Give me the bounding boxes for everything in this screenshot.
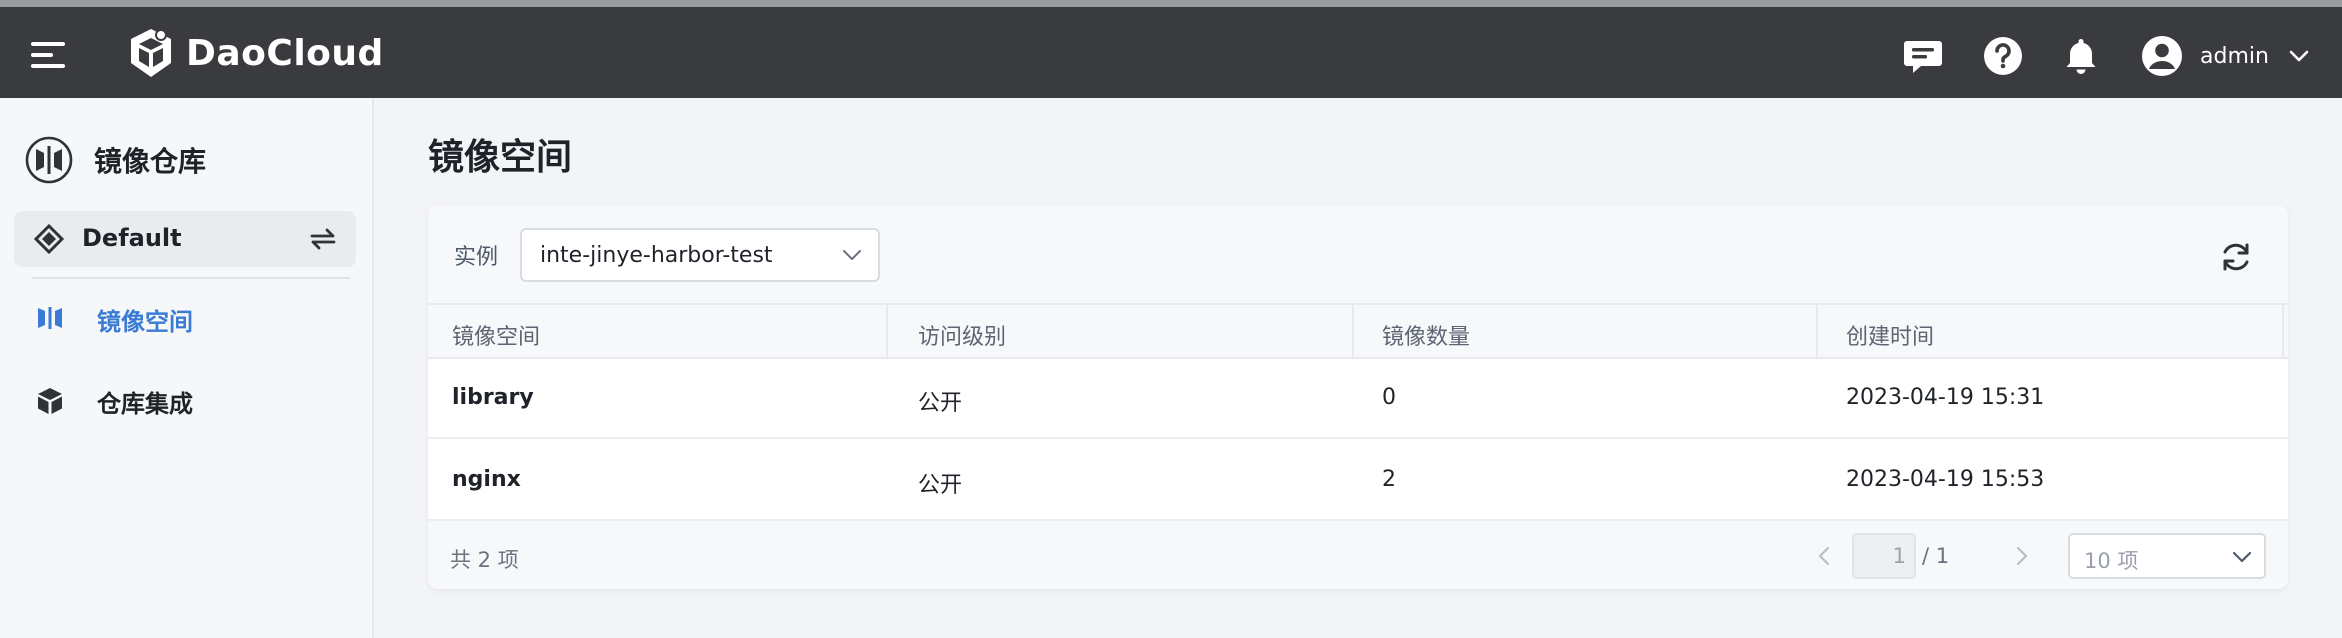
access-level: 公开 bbox=[918, 473, 963, 498]
chevron-down-icon bbox=[2289, 50, 2309, 62]
workspace-name: Default bbox=[82, 224, 182, 252]
column-header[interactable]: 镜像空间 bbox=[452, 319, 540, 351]
column-header[interactable]: 镜像数量 bbox=[1382, 319, 1470, 351]
image-count: 2 bbox=[1382, 467, 1396, 492]
bell-icon[interactable] bbox=[2060, 35, 2102, 77]
registry-module-icon bbox=[25, 136, 73, 184]
page-size-select[interactable]: 10 项 bbox=[2068, 533, 2266, 579]
column-header[interactable]: 访问级别 bbox=[918, 319, 1006, 351]
instance-select[interactable]: inte-jinye-harbor-test bbox=[520, 228, 880, 282]
total-count: 共 2 项 bbox=[450, 548, 519, 572]
column-divider bbox=[2282, 305, 2284, 359]
message-icon[interactable] bbox=[1902, 35, 1944, 77]
table-header: 镜像空间 访问级别 镜像数量 创建时间 bbox=[428, 303, 2288, 359]
sidebar-item-label: 仓库集成 bbox=[97, 390, 193, 418]
page-number-input[interactable]: 1 bbox=[1852, 533, 1916, 579]
brand-name: DaoCloud bbox=[186, 32, 384, 74]
table-row[interactable]: nginx 公开 2 2023-04-19 15:53 bbox=[428, 441, 2288, 521]
chevron-down-icon bbox=[843, 250, 861, 260]
refresh-icon[interactable] bbox=[2218, 239, 2254, 275]
sidebar: 镜像仓库 Default 镜像空间 仓库集成 bbox=[0, 98, 374, 638]
daocloud-logo[interactable]: DaoCloud bbox=[126, 25, 384, 81]
page-size-value: 10 项 bbox=[2084, 549, 2139, 573]
created-time: 2023-04-19 15:53 bbox=[1846, 467, 2045, 492]
instance-select-value: inte-jinye-harbor-test bbox=[540, 243, 773, 268]
image-count: 0 bbox=[1382, 385, 1396, 410]
menu-icon[interactable] bbox=[31, 40, 65, 70]
registry-space-icon bbox=[38, 307, 62, 329]
created-time: 2023-04-19 15:31 bbox=[1846, 385, 2045, 410]
sidebar-item-registry-space[interactable]: 镜像空间 bbox=[0, 288, 372, 348]
instance-label: 实例 bbox=[454, 245, 499, 270]
daocloud-logo-icon bbox=[131, 29, 171, 77]
help-icon[interactable] bbox=[1982, 35, 2024, 77]
module-header: 镜像仓库 bbox=[24, 134, 206, 186]
registry-space-name-link[interactable]: nginx bbox=[452, 467, 521, 492]
sidebar-item-registry-integration[interactable]: 仓库集成 bbox=[0, 370, 372, 430]
column-divider bbox=[886, 305, 888, 359]
column-header[interactable]: 创建时间 bbox=[1846, 319, 1934, 351]
filter-bar: 实例 inte-jinye-harbor-test bbox=[428, 205, 2288, 303]
page-total: / 1 bbox=[1922, 544, 1950, 568]
user-menu[interactable]: admin bbox=[2140, 33, 2309, 79]
switch-icon[interactable] bbox=[308, 225, 338, 253]
chevron-down-icon bbox=[2232, 551, 2252, 563]
package-icon bbox=[38, 388, 62, 414]
page-title: 镜像空间 bbox=[428, 137, 573, 178]
chevron-right-icon[interactable] bbox=[2014, 545, 2030, 567]
workspace-icon bbox=[34, 224, 64, 254]
column-divider bbox=[1352, 305, 1354, 359]
pagination-bar: 共 2 项 1 / 1 10 项 bbox=[428, 521, 2288, 589]
user-avatar-icon bbox=[2142, 36, 2182, 76]
top-bar: DaoCloud admin bbox=[0, 0, 2342, 98]
registry-space-card: 实例 inte-jinye-harbor-test 镜像空间 访问级别 镜像数量… bbox=[428, 205, 2288, 589]
divider bbox=[32, 277, 350, 279]
table-row[interactable]: library 公开 0 2023-04-19 15:31 bbox=[428, 359, 2288, 439]
module-title: 镜像仓库 bbox=[94, 145, 207, 178]
column-divider bbox=[1816, 305, 1818, 359]
user-name: admin bbox=[2200, 43, 2269, 69]
registry-space-name-link[interactable]: library bbox=[452, 385, 534, 410]
chevron-left-icon[interactable] bbox=[1816, 545, 1832, 567]
workspace-switcher[interactable]: Default bbox=[14, 211, 356, 267]
access-level: 公开 bbox=[918, 391, 963, 416]
sidebar-item-label: 镜像空间 bbox=[97, 308, 193, 336]
